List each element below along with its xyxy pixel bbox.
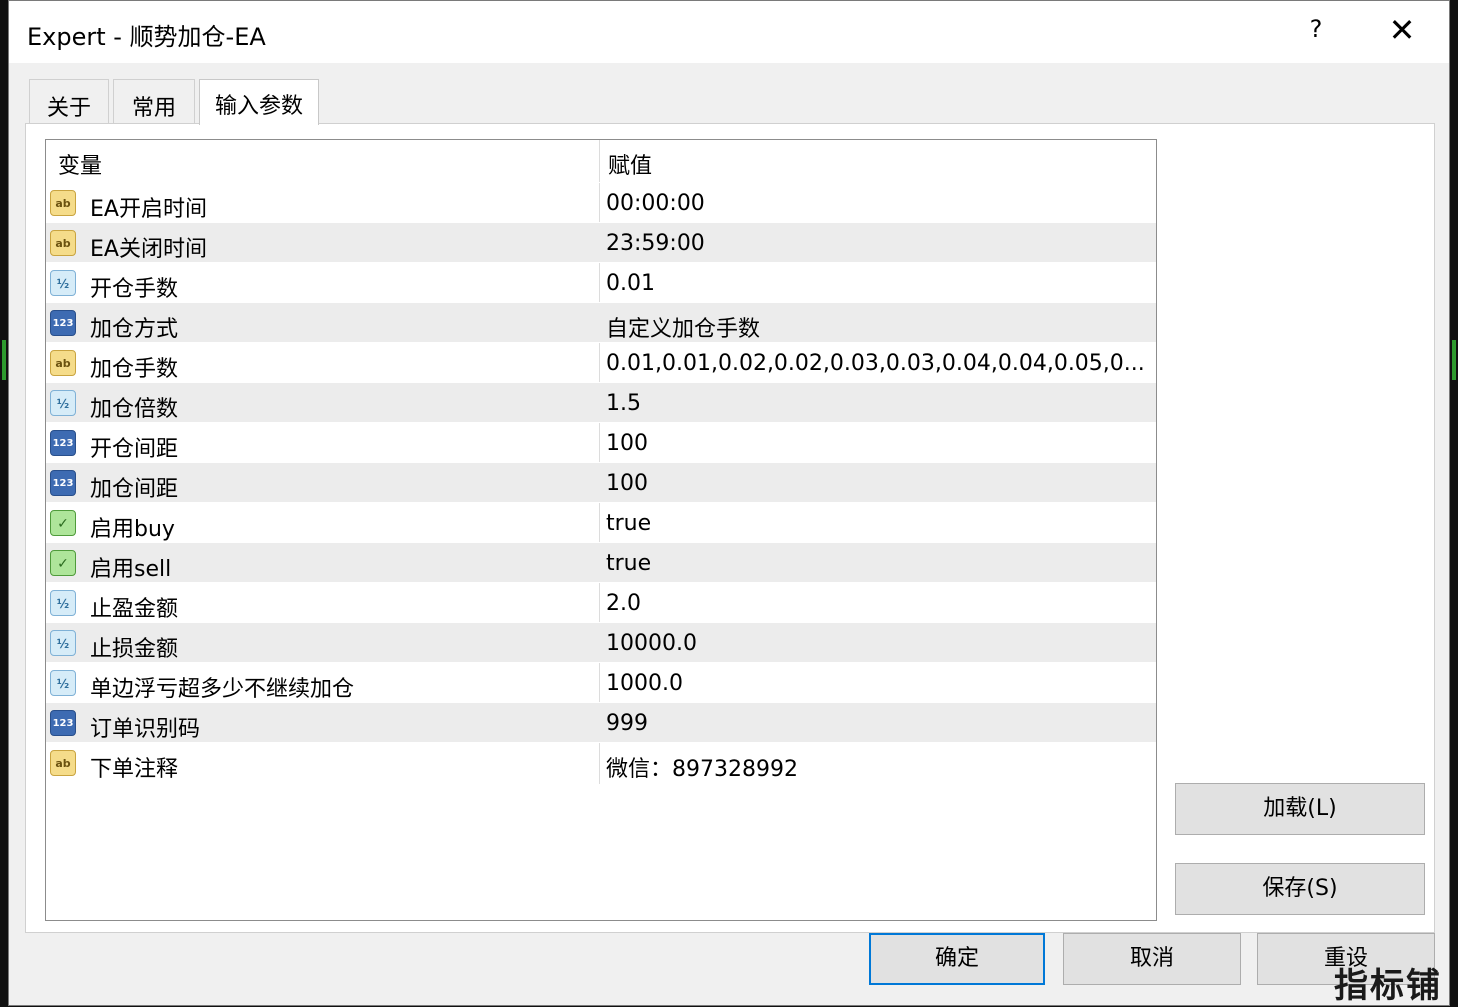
table-row[interactable]: 123 开仓间距 100 [46,422,1156,462]
string-type-icon: ab [50,350,76,376]
background-chart-line [2,340,6,380]
boolean-type-icon: ✓ [50,510,76,536]
boolean-type-icon: ✓ [50,550,76,576]
parameter-name: 订单识别码 [90,717,201,742]
tab-common[interactable]: 常用 [113,79,195,123]
parameter-value[interactable]: 微信：897328992 [606,751,798,783]
parameter-value[interactable]: 100 [606,471,648,496]
double-type-icon: ½ [50,590,76,616]
tab-about[interactable]: 关于 [29,79,109,123]
parameter-name: 启用sell [90,557,172,582]
column-header-variable[interactable]: 变量 [58,148,102,180]
close-button[interactable]: ✕ [1387,11,1417,49]
parameter-value[interactable]: true [606,551,651,576]
title-bar: Expert - 顺势加仓-EA ? ✕ [9,1,1449,63]
tab-label: 关于 [46,96,91,121]
tab-input-params[interactable]: 输入参数 [199,79,319,125]
parameter-value[interactable]: 23:59:00 [606,231,705,256]
parameter-name: 止损金额 [90,637,179,662]
table-row[interactable]: ab 下单注释 微信：897328992 [46,742,1156,782]
parameter-value[interactable]: 999 [606,711,648,736]
ok-button[interactable]: 确定 [869,933,1045,985]
parameter-name: 开仓手数 [90,277,179,302]
parameter-value[interactable]: 00:00:00 [606,191,705,216]
string-type-icon: ab [50,750,76,776]
double-type-icon: ½ [50,390,76,416]
parameter-value[interactable]: 0.01 [606,271,655,296]
tab-label: 输入参数 [214,94,303,119]
background-chart-line [1452,340,1456,380]
parameter-name: 下单注释 [90,757,179,782]
table-row[interactable]: 123 订单识别码 999 [46,702,1156,742]
integer-type-icon: 123 [50,710,76,736]
save-button[interactable]: 保存(S) [1175,863,1425,915]
parameter-value[interactable]: 2.0 [606,591,641,616]
integer-type-icon: 123 [50,310,76,336]
parameter-name: 单边浮亏超多少不继续加仓 [90,677,355,702]
parameter-value[interactable]: 100 [606,431,648,456]
parameter-name: 加仓手数 [90,357,179,382]
cancel-button[interactable]: 取消 [1063,933,1241,985]
parameter-name: 开仓间距 [90,437,179,462]
parameter-name: 止盈金额 [90,597,179,622]
string-type-icon: ab [50,230,76,256]
table-row[interactable]: ½ 单边浮亏超多少不继续加仓 1000.0 [46,662,1156,702]
double-type-icon: ½ [50,270,76,296]
table-row[interactable]: 123 加仓方式 自定义加仓手数 [46,302,1156,342]
table-row[interactable]: ½ 开仓手数 0.01 [46,262,1156,302]
parameter-name: EA关闭时间 [90,237,207,262]
parameter-value[interactable]: 0.01,0.01,0.02,0.02,0.03,0.03,0.04,0.04,… [606,351,1145,376]
integer-type-icon: 123 [50,430,76,456]
table-row[interactable]: ✓ 启用buy true [46,502,1156,542]
parameter-name: 启用buy [90,517,175,542]
watermark-text: 指标铺 [1334,966,1442,1006]
string-type-icon: ab [50,190,76,216]
table-row[interactable]: ✓ 启用sell true [46,542,1156,582]
column-header-value[interactable]: 赋值 [608,148,652,180]
table-row[interactable]: ab EA开启时间 00:00:00 [46,182,1156,222]
integer-type-icon: 123 [50,470,76,496]
table-row[interactable]: 123 加仓间距 100 [46,462,1156,502]
parameter-value[interactable]: 10000.0 [606,631,697,656]
parameter-value[interactable]: 自定义加仓手数 [606,311,760,343]
load-button[interactable]: 加载(L) [1175,783,1425,835]
expert-dialog: Expert - 顺势加仓-EA ? ✕ 关于 常用 输入参数 变量 赋值 ab… [8,0,1450,1006]
table-row[interactable]: ab 加仓手数 0.01,0.01,0.02,0.02,0.03,0.03,0.04… [46,342,1156,382]
double-type-icon: ½ [50,670,76,696]
help-button[interactable]: ? [1301,15,1331,43]
parameter-name: 加仓方式 [90,317,179,342]
table-row[interactable]: ½ 加仓倍数 1.5 [46,382,1156,422]
table-row[interactable]: ½ 止损金额 10000.0 [46,622,1156,662]
parameter-value[interactable]: 1.5 [606,391,641,416]
window-title: Expert - 顺势加仓-EA [27,23,266,51]
tab-label: 常用 [131,96,176,121]
table-row[interactable]: ½ 止盈金额 2.0 [46,582,1156,622]
parameter-name: 加仓倍数 [90,397,179,422]
parameter-value[interactable]: 1000.0 [606,671,683,696]
table-row[interactable]: ab EA关闭时间 23:59:00 [46,222,1156,262]
parameter-name: EA开启时间 [90,197,207,222]
parameter-value[interactable]: true [606,511,651,536]
double-type-icon: ½ [50,630,76,656]
parameter-name: 加仓间距 [90,477,179,502]
parameters-table: 变量 赋值 ab EA开启时间 00:00:00 ab EA关闭时间 23:59:00 ½ 开… [45,139,1157,921]
